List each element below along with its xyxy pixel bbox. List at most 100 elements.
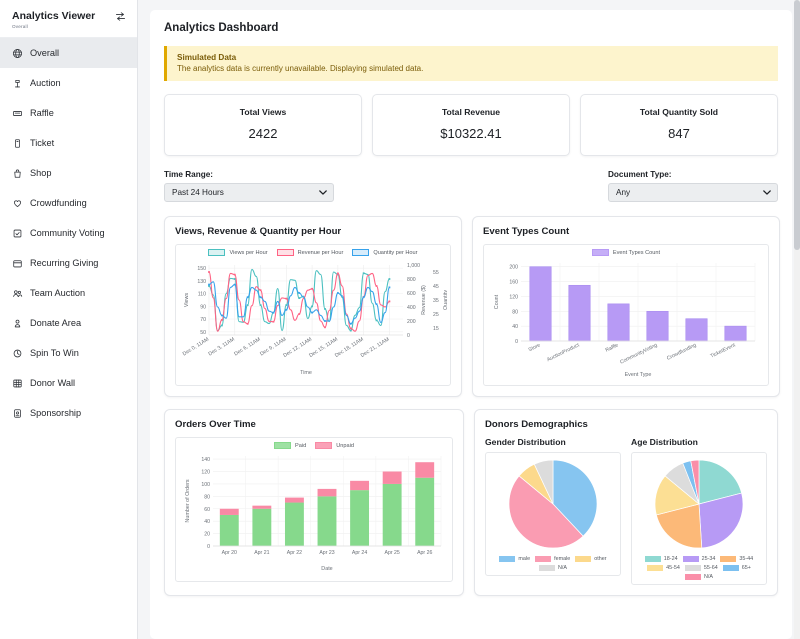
sidebar-subtitle: Overall <box>12 24 95 29</box>
pie-legend-item[interactable]: N/A <box>539 565 567 571</box>
legend-swatch <box>645 556 661 562</box>
svg-text:150: 150 <box>197 266 206 272</box>
pie-legend-item[interactable]: 18-24 <box>645 556 678 562</box>
svg-text:50: 50 <box>200 330 206 336</box>
sidebar-item-label: Spin To Win <box>30 348 79 358</box>
bar-segment <box>285 503 304 546</box>
sidebar: Analytics Viewer Overall Overall Auction… <box>0 0 138 639</box>
svg-text:Apr 25: Apr 25 <box>384 550 399 556</box>
sidebar-item-donor-wall[interactable]: Donor Wall <box>0 368 137 398</box>
main-scrollbar[interactable] <box>794 0 800 639</box>
svg-text:400: 400 <box>407 305 416 311</box>
alert-text: The analytics data is currently unavaila… <box>177 64 768 73</box>
charts-row-1: Views, Revenue & Quantity per Hour Views… <box>164 216 778 397</box>
svg-text:Dec 3, 11AM: Dec 3, 11AM <box>208 337 236 358</box>
sidebar-item-donate-area[interactable]: Donate Area <box>0 308 137 338</box>
age-pie-legend: 18-24 25-34 35-44 45-54 55-64 65+ N/A <box>636 556 762 580</box>
legend-swatch <box>274 442 291 449</box>
sidebar-item-label: Team Auction <box>30 288 85 298</box>
calendar-icon <box>12 258 23 269</box>
pie-legend-item[interactable]: 45-54 <box>647 565 680 571</box>
pie-legend-item[interactable]: 35-44 <box>720 556 753 562</box>
scrollbar-thumb[interactable] <box>794 0 800 250</box>
stat-label: Total Views <box>171 107 355 117</box>
person-icon <box>12 318 23 329</box>
bar-segment <box>318 496 337 546</box>
legend-item[interactable]: Paid <box>274 442 306 449</box>
stat-label: Total Revenue <box>379 107 563 117</box>
card-title: Orders Over Time <box>175 419 453 430</box>
gender-pie-legend: male female other N/A <box>490 556 616 571</box>
legend-label: Views per Hour <box>229 250 267 256</box>
time-range-select[interactable]: Past 24 Hours <box>164 183 334 202</box>
sidebar-item-shop[interactable]: Shop <box>0 158 137 188</box>
legend-item[interactable]: Unpaid <box>315 442 354 449</box>
pie-legend-item[interactable]: N/A <box>685 574 713 580</box>
simulated-data-alert: Simulated Data The analytics data is cur… <box>164 46 778 81</box>
svg-text:Store: Store <box>528 342 542 353</box>
svg-text:Dec 21, 11AM: Dec 21, 11AM <box>360 337 391 359</box>
sidebar-header: Analytics Viewer Overall <box>0 0 137 38</box>
legend-swatch <box>683 556 699 562</box>
sidebar-item-auction[interactable]: Auction <box>0 68 137 98</box>
svg-text:140: 140 <box>201 457 210 463</box>
age-distribution-title: Age Distribution <box>631 437 767 447</box>
pie-legend-item[interactable]: 55-64 <box>685 565 718 571</box>
legend-swatch <box>315 442 332 449</box>
collapse-sidebar-icon[interactable] <box>114 10 127 23</box>
pie-legend-item[interactable]: female <box>535 556 570 562</box>
card-title: Donors Demographics <box>485 419 767 430</box>
legend-item[interactable]: Quantity per Hour <box>352 249 417 256</box>
sidebar-item-label: Donate Area <box>30 318 81 328</box>
multi-axis-line-chart: Views per Hour Revenue per Hour Quantity… <box>175 244 451 386</box>
legend-label: Paid <box>295 443 306 449</box>
sidebar-item-sponsorship[interactable]: Sponsorship <box>0 398 137 428</box>
pie-legend-item[interactable]: 25-34 <box>683 556 716 562</box>
bar-segment <box>350 490 369 546</box>
legend-label: Revenue per Hour <box>298 250 344 256</box>
sidebar-item-ticket[interactable]: Ticket <box>0 128 137 158</box>
svg-text:25: 25 <box>433 312 439 318</box>
sidebar-item-recurring-giving[interactable]: Recurring Giving <box>0 248 137 278</box>
sidebar-item-community-voting[interactable]: Community Voting <box>0 218 137 248</box>
sidebar-item-raffle[interactable]: Raffle <box>0 98 137 128</box>
sidebar-item-label: Community Voting <box>30 228 105 238</box>
pie-legend-item[interactable]: other <box>575 556 606 562</box>
svg-text:55: 55 <box>433 270 439 276</box>
sidebar-item-team-auction[interactable]: Team Auction <box>0 278 137 308</box>
svg-text:600: 600 <box>407 291 416 297</box>
svg-text:80: 80 <box>204 494 210 500</box>
svg-text:Apr 21: Apr 21 <box>254 550 269 556</box>
svg-text:Raffle: Raffle <box>605 342 620 353</box>
pie-legend-item[interactable]: male <box>499 556 530 562</box>
legend-item[interactable]: Event Types Count <box>592 249 660 256</box>
sidebar-item-crowdfunding[interactable]: Crowdfunding <box>0 188 137 218</box>
svg-text:35: 35 <box>433 298 439 304</box>
event-types-count-card: Event Types Count Event Types Count 0408… <box>472 216 780 397</box>
stat-card: Total Quantity Sold 847 <box>580 94 778 156</box>
chevron-down-icon <box>319 188 327 197</box>
ticket-roll-icon <box>12 108 23 119</box>
bar-segment <box>350 481 369 490</box>
dashboard-sheet: Analytics Dashboard Simulated Data The a… <box>150 10 792 639</box>
badge-icon <box>12 408 23 419</box>
legend-item[interactable]: Revenue per Hour <box>277 249 344 256</box>
filters-row: Time Range: Past 24 Hours Document Type:… <box>164 170 778 202</box>
legend-item[interactable]: Views per Hour <box>208 249 267 256</box>
sidebar-item-label: Donor Wall <box>30 378 75 388</box>
sidebar-item-overall[interactable]: Overall <box>0 38 137 68</box>
document-type-select[interactable]: Any <box>608 183 778 202</box>
svg-text:1,000: 1,000 <box>407 263 420 269</box>
svg-text:120: 120 <box>509 294 518 300</box>
sidebar-item-spin-to-win[interactable]: Spin To Win <box>0 338 137 368</box>
bar <box>530 267 551 341</box>
svg-text:40: 40 <box>512 324 518 330</box>
views-revenue-quantity-card: Views, Revenue & Quantity per Hour Views… <box>164 216 462 397</box>
pie-legend-item[interactable]: 65+ <box>723 565 751 571</box>
legend-label: Unpaid <box>336 443 354 449</box>
gavel-icon <box>12 78 23 89</box>
sidebar-item-label: Sponsorship <box>30 408 81 418</box>
svg-text:AuctionProduct: AuctionProduct <box>546 342 581 363</box>
orders-figure: 020406080100120140Number of OrdersApr 20… <box>179 450 447 578</box>
svg-text:110: 110 <box>198 292 206 298</box>
